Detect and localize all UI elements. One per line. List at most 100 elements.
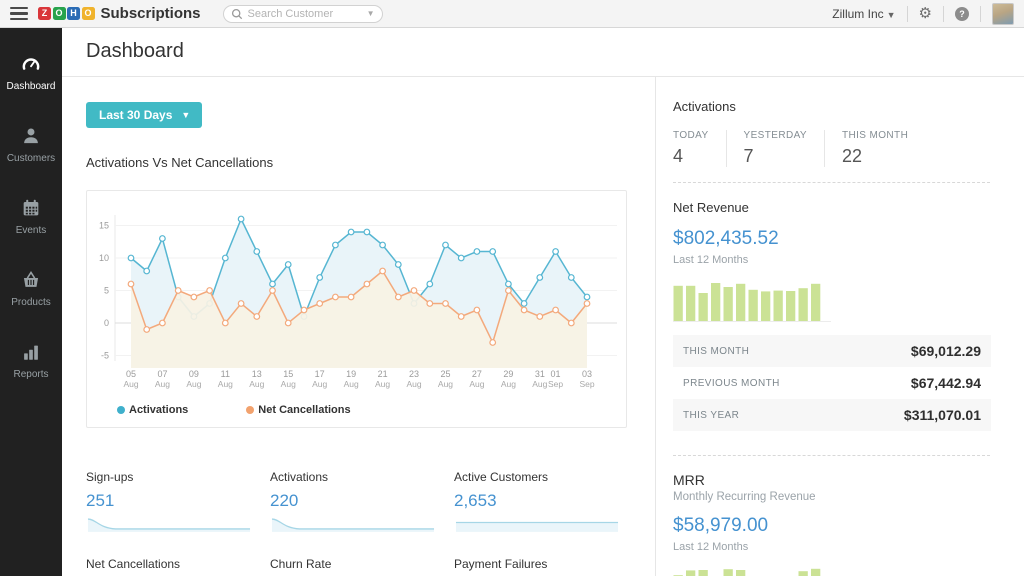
org-selector[interactable]: Zillum Inc▼ xyxy=(832,7,895,21)
divider xyxy=(980,6,981,22)
page-header: Dashboard xyxy=(62,28,1024,77)
kpi-payment-failures: Payment Failures 196 xyxy=(454,557,638,576)
svg-text:11: 11 xyxy=(221,369,230,379)
svg-text:31: 31 xyxy=(535,369,545,379)
svg-text:Aug: Aug xyxy=(469,379,484,389)
svg-text:Sep: Sep xyxy=(548,379,563,389)
summary-panel: Activations TODAY 4 YESTERDAY 7 THIS MON… xyxy=(655,77,1024,576)
svg-text:Aug: Aug xyxy=(312,379,327,389)
series-dot-icon xyxy=(117,406,125,414)
mrr-amount: $58,979.00 xyxy=(673,515,990,537)
activations-today: TODAY 4 xyxy=(673,130,727,167)
activations-summary-title: Activations xyxy=(673,99,990,114)
divider xyxy=(673,455,990,456)
calendar-icon xyxy=(20,197,42,219)
sidebar: Dashboard Customers xyxy=(0,28,62,576)
svg-text:29: 29 xyxy=(503,369,513,379)
chevron-down-icon: ▼ xyxy=(181,110,190,120)
zoho-logo-tile: Z xyxy=(38,7,51,20)
svg-text:13: 13 xyxy=(252,369,262,379)
svg-text:25: 25 xyxy=(440,369,450,379)
kpi-sign-ups: Sign-ups 251 xyxy=(86,470,270,533)
kpi-activations: Activations 220 xyxy=(270,470,454,533)
sidebar-item-events[interactable]: Events xyxy=(0,180,62,252)
svg-text:19: 19 xyxy=(346,369,356,379)
topbar: Z O H O Subscriptions ▼ Zillum Inc▼ ⚙ ? xyxy=(0,0,1024,28)
divider xyxy=(907,6,908,22)
table-row: PREVIOUS MONTH $67,442.94 xyxy=(673,367,991,399)
net-revenue-bar-chart xyxy=(673,281,831,322)
net-revenue-table: THIS MONTH $69,012.29 PREVIOUS MONTH $67… xyxy=(673,335,991,431)
sparkline xyxy=(270,517,436,533)
app-title: Subscriptions xyxy=(101,5,201,22)
svg-text:Sep: Sep xyxy=(579,379,594,389)
svg-text:Aug: Aug xyxy=(532,379,547,389)
svg-text:5: 5 xyxy=(104,286,109,296)
svg-text:03: 03 xyxy=(582,369,592,379)
svg-text:Aug: Aug xyxy=(438,379,453,389)
legend-item-activations[interactable]: Activations xyxy=(117,404,188,416)
svg-text:10: 10 xyxy=(99,253,109,263)
svg-text:Aug: Aug xyxy=(501,379,516,389)
svg-text:Aug: Aug xyxy=(218,379,233,389)
svg-text:Aug: Aug xyxy=(186,379,201,389)
net-revenue-amount: $802,435.52 xyxy=(673,228,990,250)
mrr-title: MRR xyxy=(673,472,990,488)
help-icon[interactable]: ? xyxy=(955,7,969,21)
activations-yesterday: YESTERDAY 7 xyxy=(744,130,825,167)
net-revenue-period: Last 12 Months xyxy=(673,254,990,266)
hamburger-menu-icon[interactable] xyxy=(8,6,30,22)
zoho-logo-tile: H xyxy=(67,7,80,20)
svg-text:01: 01 xyxy=(551,369,561,379)
sidebar-item-customers[interactable]: Customers xyxy=(0,108,62,180)
zoho-logo: Z O H O xyxy=(38,7,95,20)
mrr-subtitle: Monthly Recurring Revenue xyxy=(673,491,990,503)
search-input[interactable] xyxy=(248,8,360,20)
activations-cells: TODAY 4 YESTERDAY 7 THIS MONTH 22 xyxy=(673,130,990,167)
svg-text:Aug: Aug xyxy=(375,379,390,389)
series-dot-icon xyxy=(246,406,254,414)
sidebar-item-dashboard[interactable]: Dashboard xyxy=(0,36,62,108)
svg-text:Aug: Aug xyxy=(155,379,170,389)
chart-title: Activations Vs Net Cancellations xyxy=(86,155,655,170)
svg-text:17: 17 xyxy=(315,369,325,379)
svg-text:15: 15 xyxy=(283,369,293,379)
svg-text:Aug: Aug xyxy=(406,379,421,389)
search-icon xyxy=(231,8,243,20)
bar-chart-icon xyxy=(20,341,42,363)
svg-text:23: 23 xyxy=(409,369,419,379)
svg-text:27: 27 xyxy=(472,369,482,379)
svg-text:Aug: Aug xyxy=(344,379,359,389)
chevron-down-icon: ▼ xyxy=(887,10,896,20)
svg-text:0: 0 xyxy=(104,318,109,328)
svg-text:21: 21 xyxy=(378,369,388,379)
svg-text:15: 15 xyxy=(99,221,109,231)
sparkline xyxy=(454,517,620,533)
mrr-period: Last 12 Months xyxy=(673,541,990,553)
page-title: Dashboard xyxy=(86,40,1024,63)
kpi-active-customers: Active Customers 2,653 xyxy=(454,470,638,533)
user-avatar[interactable] xyxy=(992,3,1014,25)
svg-text:Aug: Aug xyxy=(123,379,138,389)
kpi-churn-rate: Churn Rate 3.33% xyxy=(270,557,454,576)
svg-text:05: 05 xyxy=(126,369,136,379)
legend-item-net-cancellations[interactable]: Net Cancellations xyxy=(246,404,350,416)
date-range-button[interactable]: Last 30 Days ▼ xyxy=(86,102,202,128)
table-row: THIS MONTH $69,012.29 xyxy=(673,335,991,367)
sidebar-item-reports[interactable]: Reports xyxy=(0,324,62,396)
person-icon xyxy=(20,125,42,147)
divider xyxy=(943,6,944,22)
settings-gear-icon[interactable]: ⚙ xyxy=(919,6,932,21)
svg-text:07: 07 xyxy=(157,369,167,379)
basket-icon xyxy=(20,269,42,291)
chart-legend: Activations Net Cancellations xyxy=(87,404,626,416)
svg-text:Aug: Aug xyxy=(281,379,296,389)
table-row: THIS YEAR $311,070.01 xyxy=(673,399,991,431)
search-box[interactable]: ▼ xyxy=(223,5,383,23)
net-revenue-title: Net Revenue xyxy=(673,200,990,215)
sidebar-item-products[interactable]: Products xyxy=(0,252,62,324)
svg-text:Aug: Aug xyxy=(249,379,264,389)
mrr-bar-chart xyxy=(673,568,831,576)
search-scope-caret-icon[interactable]: ▼ xyxy=(367,9,375,18)
kpi-grid: Sign-ups 251 Activations 220 Active Cust… xyxy=(86,470,655,576)
